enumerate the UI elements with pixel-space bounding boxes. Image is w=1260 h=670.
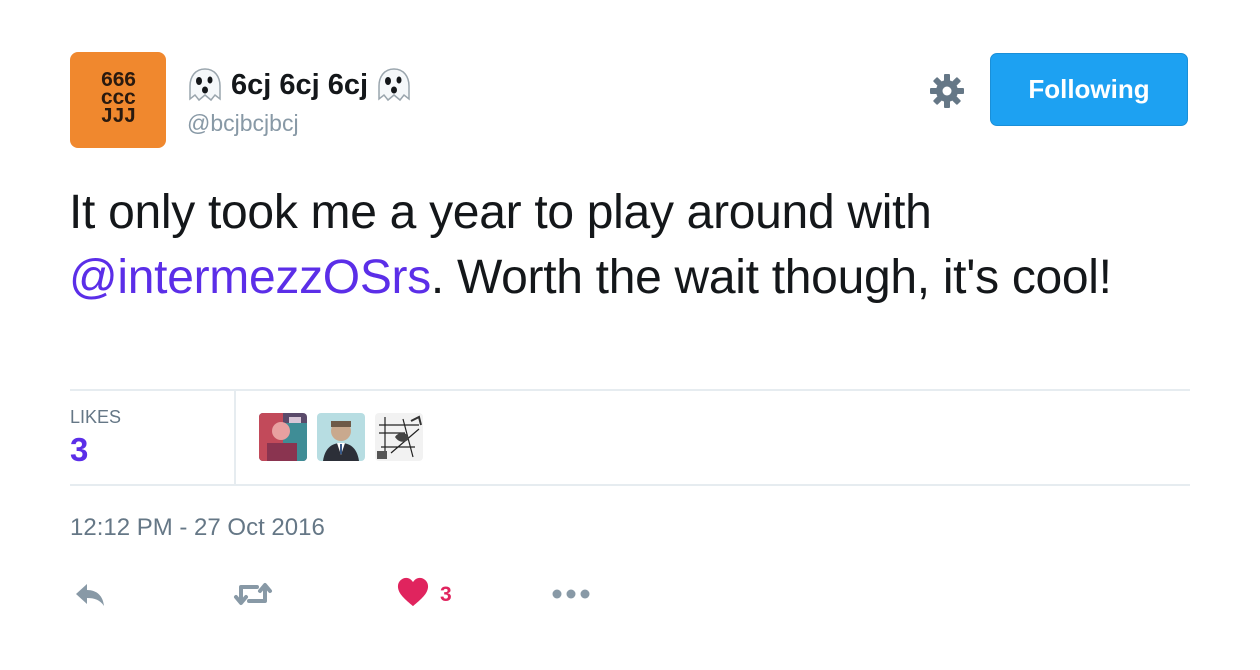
stats-bar: LIKES 3 xyxy=(70,391,1190,484)
stats-separator xyxy=(234,391,236,484)
heart-icon xyxy=(396,576,430,613)
gear-icon[interactable] xyxy=(928,72,966,110)
liker-avatar[interactable] xyxy=(259,413,307,461)
ghost-icon xyxy=(376,66,412,104)
display-name[interactable]: 6cj 6cj 6cj xyxy=(231,69,368,102)
reply-button[interactable] xyxy=(72,576,108,617)
retweet-button[interactable] xyxy=(232,576,274,617)
tweet-text-after: . Worth the wait though, it's cool! xyxy=(430,251,1112,304)
tweet-text-before: It only took me a year to play around wi… xyxy=(69,186,932,239)
tweet-timestamp[interactable]: 12:12 PM - 27 Oct 2016 xyxy=(70,514,325,542)
avatar-logo: 666 ccc JJJ xyxy=(100,71,137,129)
tweet-text: It only took me a year to play around wi… xyxy=(69,180,1179,310)
reply-icon xyxy=(72,576,108,617)
liker-avatar[interactable] xyxy=(317,413,365,461)
display-name-row[interactable]: 6cj 6cj 6cj xyxy=(187,64,412,106)
more-icon xyxy=(550,582,592,611)
retweet-icon xyxy=(232,576,274,617)
liker-avatar[interactable] xyxy=(375,413,423,461)
following-button[interactable]: Following xyxy=(990,53,1188,126)
tweet-actions: 3 xyxy=(70,576,670,616)
like-button[interactable]: 3 xyxy=(396,576,452,613)
avatar[interactable]: 666 ccc JJJ xyxy=(70,52,166,148)
likes-count[interactable]: 3 xyxy=(70,431,88,469)
avatar-logo-row: JJJ xyxy=(100,106,137,129)
mention-link[interactable]: @intermezzOSrs xyxy=(69,251,431,304)
ghost-icon xyxy=(187,66,223,104)
likes-label[interactable]: LIKES xyxy=(70,407,121,428)
divider xyxy=(70,484,1190,486)
more-button[interactable] xyxy=(550,582,592,611)
like-count: 3 xyxy=(440,582,452,606)
user-handle[interactable]: @bcjbcjbcj xyxy=(187,110,299,137)
